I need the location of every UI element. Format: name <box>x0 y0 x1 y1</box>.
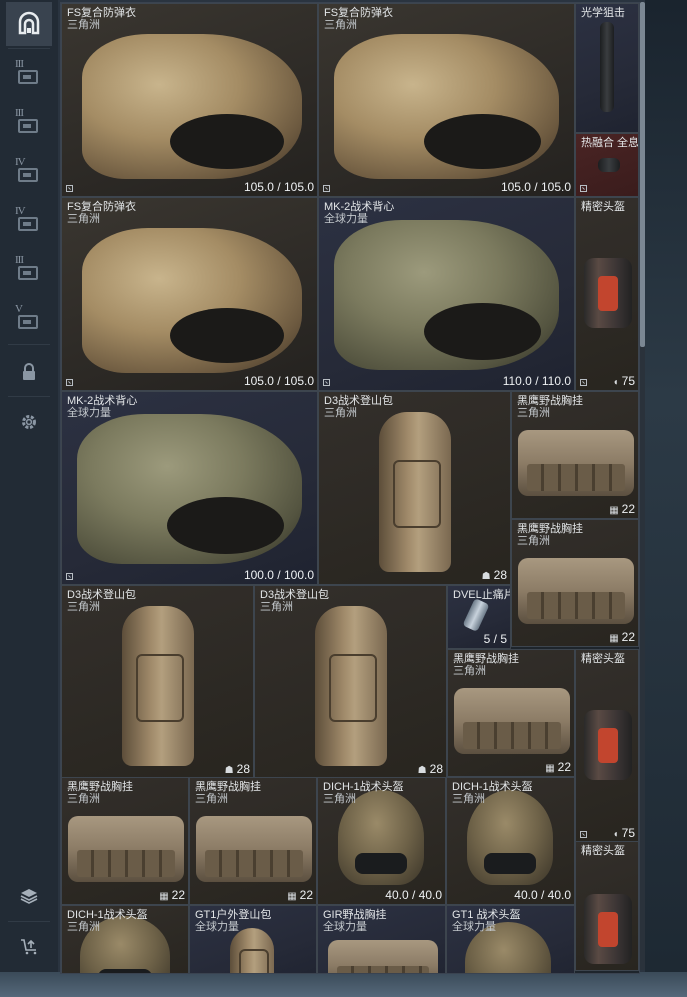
item-image <box>77 414 302 564</box>
filter-level-iv-vest[interactable]: IV <box>6 148 52 192</box>
helmet-filter-icon: IV <box>14 205 44 233</box>
shield-icon: ◖ <box>612 829 619 840</box>
cart-upload-icon <box>21 939 37 955</box>
background-right <box>645 0 687 997</box>
rig-icon: ▦ <box>545 763 555 774</box>
filter-level-v-rig[interactable]: V <box>6 295 52 339</box>
background-bottom <box>0 972 687 997</box>
item-image <box>462 598 490 632</box>
item-slot[interactable]: 光学狙击 <box>575 3 639 133</box>
sidebar-divider <box>8 396 50 397</box>
tag-icon <box>66 379 73 386</box>
item-slot[interactable]: D3战术登山包 三角洲 ☗ 28 <box>61 585 254 779</box>
sidebar: III III IV IV III V <box>0 0 58 972</box>
item-image <box>518 430 634 496</box>
inventory-grid: FS复合防弹衣 三角洲 105.0 / 105.0 FS复合防弹衣 三角洲 10… <box>60 2 640 974</box>
filter-level-iii-rig[interactable]: III <box>6 246 52 290</box>
item-slot[interactable]: 精密头盔 ◖ 75 <box>575 649 639 843</box>
sidebar-divider <box>8 48 50 49</box>
rig-icon: ▦ <box>287 891 297 902</box>
item-slot[interactable]: FS复合防弹衣 三角洲 105.0 / 105.0 <box>61 3 318 197</box>
item-slot[interactable]: 黑鹰野战胸挂 三角洲 ▦ 22 <box>511 391 639 519</box>
item-slot[interactable]: FS复合防弹衣 三角洲 105.0 / 105.0 <box>61 197 318 391</box>
tag-icon <box>580 379 587 386</box>
item-slot[interactable]: 黑鹰野战胸挂 三角洲 ▦ 22 <box>511 519 639 647</box>
filter-level-iii-helmet[interactable]: III <box>6 99 52 143</box>
backpack-icon: ☗ <box>481 571 491 582</box>
sell-button[interactable] <box>6 924 52 968</box>
item-slot[interactable]: 黑鹰野战胸挂 三角洲 ▦ 22 <box>447 649 575 777</box>
item-image <box>82 34 302 179</box>
item-image <box>598 158 620 172</box>
backpack-icon: ☗ <box>417 765 427 776</box>
helmet-filter-icon: III <box>14 107 44 135</box>
item-slot[interactable]: DICH-1战术头盔 三角洲 40.0 / 40.0 <box>317 777 446 905</box>
home-arch-icon <box>18 11 40 35</box>
item-slot[interactable]: MK-2战术背心 全球力量 100.0 / 100.0 <box>61 391 318 585</box>
item-slot[interactable]: 黑鹰野战胸挂 三角洲 ▦ 22 <box>189 777 317 905</box>
tag-icon <box>580 185 587 192</box>
settings-button[interactable] <box>6 400 52 444</box>
rig-icon: ▦ <box>159 891 169 902</box>
item-image <box>584 894 632 964</box>
lock-icon <box>23 363 35 380</box>
item-image <box>68 816 184 882</box>
vest-filter-icon: III <box>14 58 44 86</box>
item-image <box>82 228 302 373</box>
item-slot[interactable]: D3战术登山包 三角洲 ☗ 28 <box>254 585 447 779</box>
tag-icon <box>323 379 330 386</box>
item-image <box>122 606 194 766</box>
item-slot[interactable]: FS复合防弹衣 三角洲 105.0 / 105.0 <box>318 3 575 197</box>
tag-icon <box>66 185 73 192</box>
item-image <box>379 412 451 572</box>
tag-icon <box>580 831 587 838</box>
tag-icon <box>323 185 330 192</box>
item-image <box>196 816 312 882</box>
lock-button[interactable] <box>6 350 52 394</box>
rig-icon: ▦ <box>609 633 619 644</box>
item-slot[interactable]: 精密头盔 <box>575 841 639 971</box>
rig-filter-icon: III <box>14 254 44 282</box>
layers-icon <box>20 889 38 904</box>
item-slot[interactable]: MK-2战术背心 全球力量 110.0 / 110.0 <box>318 197 575 391</box>
rig-filter-icon: V <box>14 303 44 331</box>
item-slot[interactable]: 黑鹰野战胸挂 三角洲 ▦ 22 <box>61 777 189 905</box>
gear-icon <box>22 415 36 429</box>
item-slot[interactable]: DICH-1战术头盔 三角洲 40.0 / 40.0 <box>446 777 575 905</box>
item-image <box>584 710 632 780</box>
sidebar-divider <box>8 344 50 345</box>
item-image <box>454 688 570 754</box>
item-slot[interactable]: DVEL止痛片 5 / 5 <box>447 585 511 649</box>
item-image <box>315 606 387 766</box>
home-tab[interactable] <box>6 2 52 46</box>
rig-icon: ▦ <box>609 505 619 516</box>
item-slot[interactable]: GT1 战术头盔 全球力量 <box>446 905 575 973</box>
layers-button[interactable] <box>6 874 52 918</box>
item-slot[interactable]: 热融合 全息 <box>575 133 639 197</box>
item-image <box>230 928 274 973</box>
item-image <box>334 220 559 370</box>
shield-icon: ◖ <box>612 377 619 388</box>
sidebar-divider <box>8 921 50 922</box>
item-slot[interactable]: GT1户外登山包 全球力量 <box>189 905 317 973</box>
backpack-icon: ☗ <box>224 765 234 776</box>
filter-level-iii-vest[interactable]: III <box>6 50 52 94</box>
item-image <box>518 558 634 624</box>
item-image <box>584 258 632 328</box>
scrollbar[interactable] <box>640 2 645 970</box>
item-slot[interactable]: DICH-1战术头盔 三角洲 <box>61 905 189 973</box>
item-image <box>328 940 438 973</box>
item-image <box>600 22 614 112</box>
item-slot[interactable]: 精密头盔 ◖ 75 <box>575 197 639 391</box>
item-slot[interactable]: GIR野战胸挂 全球力量 <box>317 905 446 973</box>
tag-icon <box>66 573 73 580</box>
item-slot[interactable]: D3战术登山包 三角洲 ☗ 28 <box>318 391 511 585</box>
filter-level-iv-helmet[interactable]: IV <box>6 197 52 241</box>
vest-filter-icon: IV <box>14 156 44 184</box>
item-image <box>334 34 559 179</box>
scrollbar-thumb[interactable] <box>640 2 645 347</box>
